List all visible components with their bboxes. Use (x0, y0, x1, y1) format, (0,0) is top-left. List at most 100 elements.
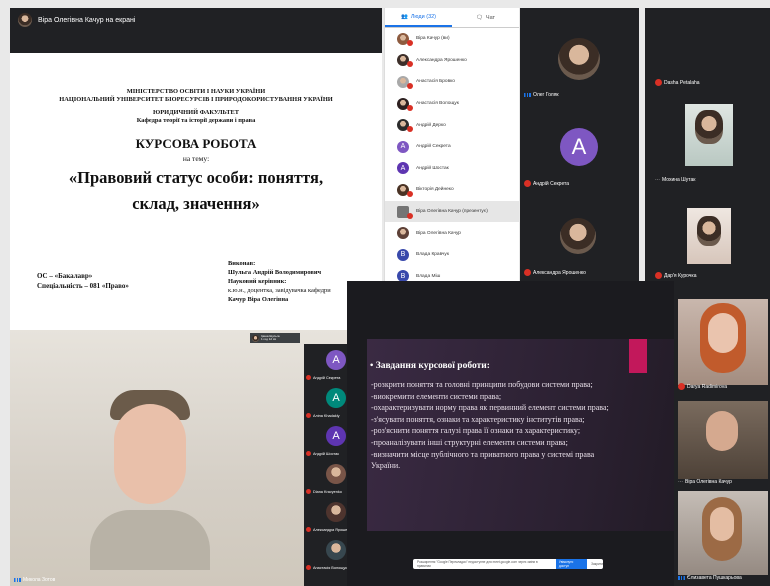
participant-photo (397, 119, 413, 133)
participant-photo (397, 227, 409, 240)
snackbar-dismiss-button[interactable]: Закрити (591, 562, 603, 566)
mic-off-icon (306, 489, 311, 494)
mic-off-icon (407, 190, 413, 197)
bullet-icon: • (370, 361, 374, 371)
tile-name: Александра Ярошенко (533, 269, 586, 276)
tile-name: Віра Олегівна Качур (685, 479, 732, 485)
doc-left-block: ОС – «Бакалавр» Спеціальність – 081 «Пра… (37, 271, 129, 291)
tile-label: Андрій Секрета (306, 375, 340, 380)
snackbar-action-button[interactable]: Увімкнути доступ (555, 559, 588, 569)
participant-avatar: A (326, 388, 346, 408)
slide-heading: • Завдання курсової роботи: (370, 361, 490, 371)
slide-item: -виокремити елементи системи права; (371, 391, 502, 401)
participant-photo (397, 183, 413, 197)
slide-item: -з'ясувати поняття, ознаки та характерис… (371, 414, 585, 424)
people-panel: 👥 Люди (32) 🗨 Чат Віра Качур (ви) Алексан… (384, 8, 519, 284)
doc-topic-line1: «Правовий статус особи: поняття, (68, 168, 324, 187)
tile-label: Dasha Petalaha (655, 79, 700, 86)
doc-faculty: ЮРИДИЧНИЙ ФАКУЛЬТЕТ (153, 109, 239, 116)
extension-snackbar: Розширення "Google Перекладач" недоступн… (413, 559, 603, 569)
self-view: Ірина Шульга 1 год 12 хв (250, 333, 300, 343)
mic-active-icon (524, 93, 531, 97)
participant-row[interactable]: Віра Олегівна Качур (презентує) (385, 200, 519, 223)
slide-accent-stripe (629, 339, 647, 373)
tile-name: Dasha Petalaha (664, 79, 700, 86)
doc-performed-label: Виконав: (228, 260, 256, 267)
participant-name: Віра Качур (ви) (416, 36, 450, 42)
slide: • Завдання курсової роботи: -розкрити по… (367, 339, 674, 531)
tile-name: Єлизавета Пушкарьова (687, 575, 742, 581)
video-column-right: Darya Radimirova ⋯ Віра Олегівна Качур Є… (674, 281, 770, 586)
participant-video (90, 390, 210, 570)
mic-active-icon (14, 578, 21, 582)
mic-active-icon (678, 576, 685, 580)
tile-name: Мохина Шутак (662, 177, 696, 183)
participant-photo (560, 218, 596, 254)
participant-row[interactable]: B Влада Кравчук (385, 244, 519, 266)
participant-name: Андрій Шостак (416, 165, 449, 171)
slide-item: -визначити місце публічного та приватног… (371, 449, 595, 471)
participant-row[interactable]: Анастасія Бровко (385, 71, 519, 93)
mic-off-icon (306, 375, 311, 380)
participant-photo (397, 75, 413, 89)
slide-item: -проаналізувати інші структурні елементи… (371, 437, 568, 447)
tile-label: Єлизавета Пушкарьова (678, 575, 742, 581)
participant-photo (326, 464, 346, 484)
participant-row[interactable]: Віра Олегівна Качур (385, 222, 519, 244)
tile-name: Андрій Секрета (313, 375, 341, 380)
participant-avatar: A (326, 426, 346, 446)
participant-video (685, 104, 733, 166)
tile-name: Микола Зотов (23, 577, 56, 583)
tab-chat-label: Чат (485, 14, 496, 21)
tab-chat[interactable]: 🗨 Чат (452, 8, 519, 27)
tile-name: Анастасія Волощук (313, 565, 347, 570)
tile-name: Олег Голяк (533, 92, 559, 98)
mic-off-icon (524, 269, 531, 276)
tile-name: Diana Kravyenko (313, 489, 342, 494)
participant-video (678, 299, 768, 385)
mic-off-icon (306, 565, 311, 570)
tile-name: Аліна Khadakly (313, 413, 340, 418)
participant-row[interactable]: A Андрій Шостак (385, 158, 519, 180)
slide-items: -розкрити поняття та головні принципи по… (371, 379, 621, 472)
mic-off-icon (407, 212, 413, 219)
participant-avatar: A (560, 128, 598, 166)
participant-name: Андрій Дерко (416, 122, 446, 128)
slide-item: -розкрити поняття та головні принципи по… (371, 380, 593, 389)
participant-row[interactable]: Віра Качур (ви) (385, 28, 519, 50)
tile-label: Аліна Khadakly (306, 413, 339, 418)
presenter-banner: Віра Олегівна Качур на екрані (38, 17, 136, 24)
doc-degree: ОС – «Бакалавр» (37, 272, 93, 280)
mic-off-icon (306, 413, 311, 418)
more-icon: ⋯ (678, 479, 683, 485)
participant-row[interactable]: A Андрій Секрета (385, 136, 519, 158)
panel-tabs: 👥 Люди (32) 🗨 Чат (385, 8, 519, 28)
presentation-top-left: Віра Олегівна Качур на екрані МІНІСТЕРСТ… (10, 8, 382, 331)
tile-label: Андрій Секрета (524, 180, 569, 187)
presenter-bar: Віра Олегівна Качур на екрані (10, 8, 382, 53)
participant-photo (397, 54, 413, 68)
document-page: МІНІСТЕРСТВО ОСВІТИ І НАУКИ УКРАЇНИ НАЦІ… (10, 53, 382, 215)
mic-off-icon (407, 39, 413, 46)
participant-avatar: A (397, 140, 409, 153)
tile-label: Микола Зотов (14, 577, 55, 583)
tile-label: Анастасія Волощук (306, 565, 347, 570)
presentation-bottom: • Завдання курсової роботи: -розкрити по… (347, 281, 674, 586)
participant-avatar: A (397, 162, 409, 175)
doc-right-block: Виконав: Шульга Андрій Володимирович Нау… (228, 259, 331, 304)
participant-row[interactable]: Вікторія Дейнеко (385, 179, 519, 201)
participant-row[interactable]: Александра Ярошенко (385, 50, 519, 72)
participant-name: Віра Олегівна Качур (416, 230, 461, 236)
participant-video (678, 491, 768, 575)
participant-video (687, 208, 731, 264)
participant-photo (397, 97, 413, 111)
participant-row[interactable]: Андрій Дерко (385, 114, 519, 136)
doc-specialty: Спеціальність – 081 «Право» (37, 282, 129, 290)
participant-row[interactable]: Анастасія Волощук (385, 93, 519, 115)
slide-item: -роз'яснити поняття галузі права її озна… (371, 426, 581, 436)
doc-department: Кафедра теорії та історії держави і прав… (136, 116, 256, 124)
slide-item: -охарактеризувати норму права як первинн… (371, 403, 609, 413)
tab-people[interactable]: 👥 Люди (32) (385, 8, 452, 27)
presenter-avatar (18, 13, 32, 27)
mic-off-icon (407, 126, 413, 133)
